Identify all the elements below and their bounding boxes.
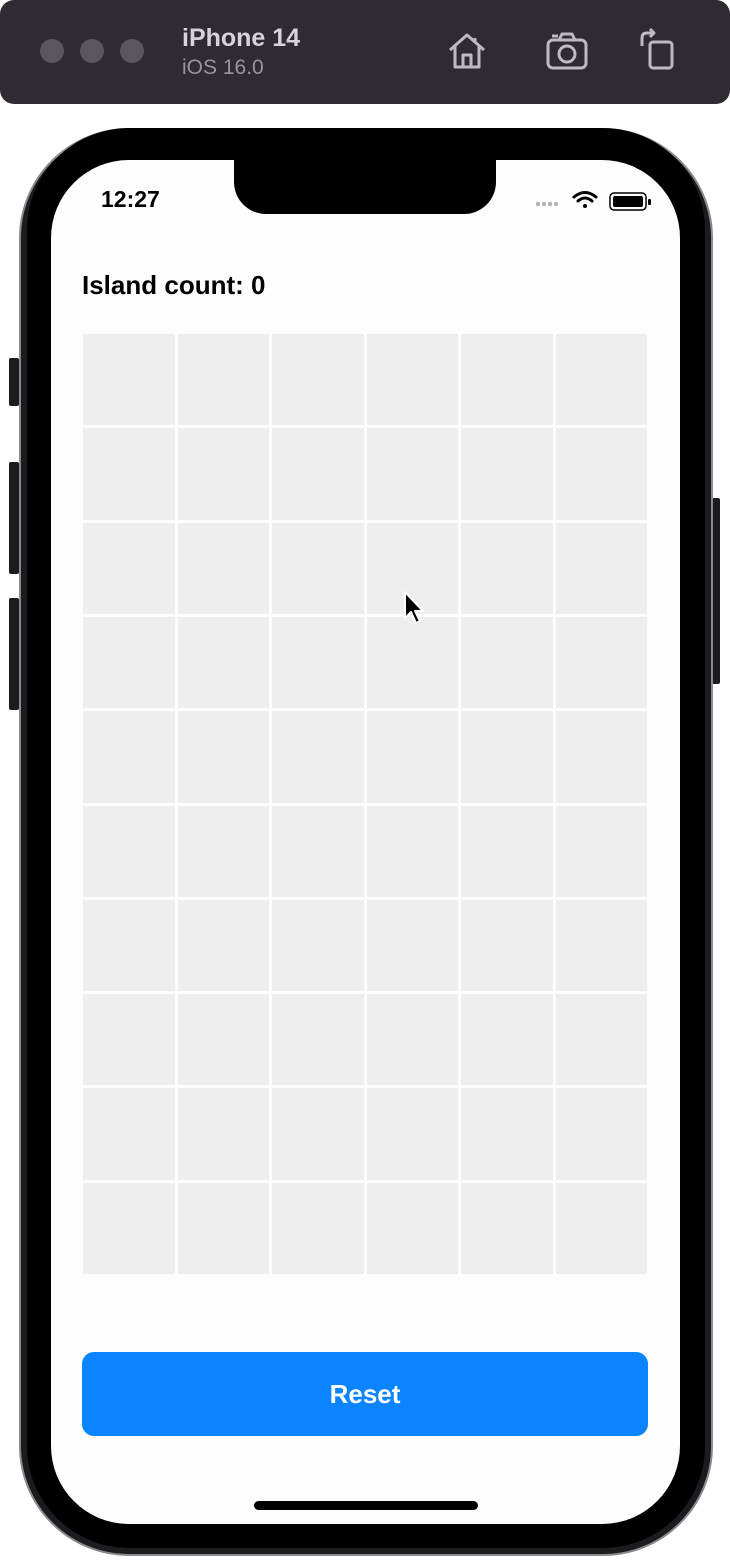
grid-cell[interactable] [555,334,647,426]
grid-cell[interactable] [555,522,647,614]
grid-cell[interactable] [461,616,553,709]
device-name: iPhone 14 [182,24,301,52]
grid-cell[interactable] [272,805,364,897]
reset-button[interactable]: Reset [82,1352,648,1436]
grid-cell[interactable] [272,334,364,426]
island-count-label: Island count: 0 [82,270,266,300]
grid-cell[interactable] [177,805,269,897]
grid-cell[interactable] [177,428,269,520]
island-grid [83,334,647,1274]
grid-cell[interactable] [461,711,553,803]
grid-cell[interactable] [461,428,553,520]
grid-cell[interactable] [83,994,175,1086]
volume-down-button [9,598,19,710]
grid-cell[interactable] [272,1088,364,1180]
silent-switch [9,358,19,406]
minimize-window-button[interactable] [80,39,104,63]
grid-cell[interactable] [461,1182,553,1274]
wifi-icon [572,191,598,208]
grid-cell[interactable] [272,522,364,614]
grid-cell[interactable] [461,994,553,1086]
grid-cell[interactable] [461,522,553,614]
grid-cell[interactable] [272,994,364,1086]
grid-cell[interactable] [177,522,269,614]
grid-cell[interactable] [366,994,458,1086]
volume-up-button [9,462,19,574]
zoom-window-button[interactable] [120,39,144,63]
notch [234,160,496,214]
os-version: iOS 16.0 [182,56,264,79]
grid-cell[interactable] [555,994,647,1086]
grid-cell[interactable] [555,711,647,803]
grid-cell[interactable] [366,428,458,520]
grid-cell[interactable] [177,899,269,992]
grid-cell[interactable] [366,1088,458,1180]
grid-cell[interactable] [83,428,175,520]
grid-cell[interactable] [83,616,175,709]
mouse-cursor-icon [402,590,426,626]
grid-cell[interactable] [272,899,364,992]
grid-cell[interactable] [177,1088,269,1180]
grid-cell[interactable] [555,616,647,709]
status-time: 12:27 [101,186,160,212]
power-button [712,498,720,684]
phone-screen: 12:27 Island count: 0 Reset [51,160,680,1524]
rotate-icon[interactable] [636,27,682,74]
grid-cell[interactable] [555,899,647,992]
grid-cell[interactable] [272,711,364,803]
grid-cell[interactable] [366,616,458,709]
grid-cell[interactable] [83,334,175,426]
grid-cell[interactable] [461,899,553,992]
grid-cell[interactable] [83,522,175,614]
status-icons [536,190,652,212]
grid-cell[interactable] [83,711,175,803]
home-icon[interactable] [444,28,490,74]
grid-cell[interactable] [461,1088,553,1180]
grid-cell[interactable] [555,428,647,520]
grid-cell[interactable] [366,899,458,992]
grid-cell[interactable] [83,1088,175,1180]
close-window-button[interactable] [40,39,64,63]
grid-cell[interactable] [366,711,458,803]
grid-cell[interactable] [366,805,458,897]
grid-cell[interactable] [177,1182,269,1274]
grid-cell[interactable] [555,1088,647,1180]
grid-cell[interactable] [461,805,553,897]
grid-cell[interactable] [83,899,175,992]
grid-cell[interactable] [177,711,269,803]
grid-cell[interactable] [272,1182,364,1274]
signal-icon [536,202,558,206]
grid-cell[interactable] [177,616,269,709]
grid-cell[interactable] [272,616,364,709]
battery-icon [609,192,651,211]
grid-cell[interactable] [366,1182,458,1274]
screenshot-icon[interactable] [544,28,590,74]
grid-cell[interactable] [177,994,269,1086]
grid-cell[interactable] [366,334,458,426]
grid-cell[interactable] [461,334,553,426]
grid-cell[interactable] [272,428,364,520]
grid-cell[interactable] [555,805,647,897]
simulator-toolbar: iPhone 14 iOS 16.0 [0,0,730,104]
grid-cell[interactable] [177,334,269,426]
grid-cell[interactable] [83,805,175,897]
home-indicator[interactable] [254,1501,478,1510]
grid-cell[interactable] [83,1182,175,1274]
grid-cell[interactable] [555,1182,647,1274]
